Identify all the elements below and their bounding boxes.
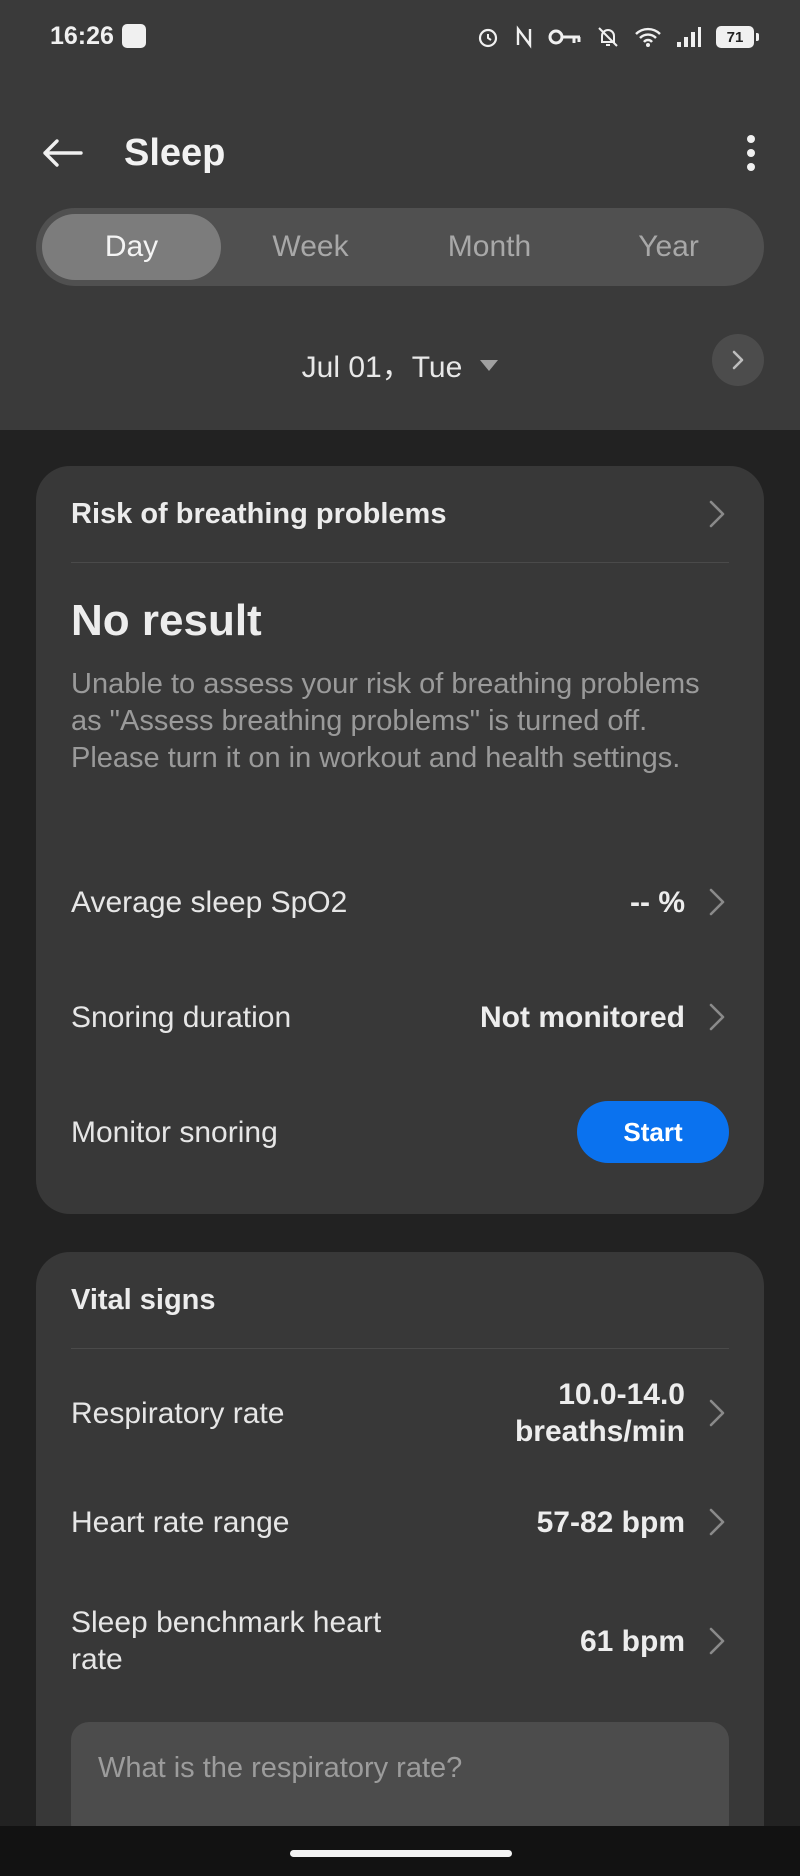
row-label: Respiratory rate	[71, 1396, 285, 1430]
spo2-row[interactable]: Average sleep SpO2 -- %	[71, 852, 729, 952]
tab-year[interactable]: Year	[579, 214, 758, 280]
chevron-right-icon	[709, 1627, 725, 1655]
status-icons: 71	[476, 22, 759, 52]
app-header: Sleep	[0, 118, 800, 188]
row-label: Average sleep SpO2	[71, 885, 348, 919]
label-line: rate	[71, 1643, 123, 1676]
alarm-icon	[478, 28, 498, 48]
tab-week[interactable]: Week	[221, 214, 400, 280]
row-label: Heart rate range	[71, 1505, 290, 1539]
value-line: 10.0-14.0	[558, 1378, 685, 1411]
result-heading: No result	[71, 596, 262, 645]
chevron-right-icon	[709, 500, 725, 528]
row-label: Sleep benchmark heart rate	[71, 1604, 381, 1678]
vital-signs-header: Vital signs	[71, 1252, 729, 1349]
next-date-button[interactable]	[712, 334, 764, 386]
breathing-risk-header[interactable]: Risk of breathing problems	[71, 466, 729, 563]
chevron-right-icon	[709, 888, 725, 916]
key-icon	[548, 29, 581, 45]
more-vertical-icon	[747, 135, 755, 171]
status-bar: 16:26 71	[0, 0, 800, 74]
chevron-right-icon	[709, 1508, 725, 1536]
nfc-icon	[516, 25, 532, 49]
faq-item[interactable]: What is the respiratory rate?	[71, 1722, 729, 1842]
row-value: -- %	[630, 885, 685, 919]
chevron-right-icon	[709, 1003, 725, 1031]
app-notification-icon	[122, 24, 146, 48]
wifi-icon	[635, 27, 661, 47]
chevron-right-icon	[732, 350, 744, 370]
period-tabs: Day Week Month Year	[36, 208, 764, 286]
monitor-snoring-row: Monitor snoring Start	[71, 1082, 729, 1182]
navigation-bar	[0, 1826, 800, 1876]
back-button[interactable]	[34, 128, 90, 178]
row-value: 61 bpm	[579, 1624, 685, 1658]
row-label: Monitor snoring	[71, 1115, 278, 1149]
row-value: 57-82 bpm	[536, 1505, 685, 1539]
respiratory-rate-row[interactable]: Respiratory rate 10.0-14.0 breaths/min	[71, 1358, 729, 1468]
row-value: 10.0-14.0 breaths/min	[515, 1376, 685, 1450]
breathing-risk-card: Risk of breathing problems No result Una…	[36, 466, 764, 1214]
tab-day[interactable]: Day	[42, 214, 221, 280]
more-options-button[interactable]	[726, 128, 776, 178]
date-label: Jul 01，Tue	[301, 351, 463, 384]
chevron-right-icon	[709, 1399, 725, 1427]
card-title: Risk of breathing problems	[71, 497, 447, 530]
page-title: Sleep	[124, 132, 226, 174]
mute-icon	[598, 27, 618, 47]
date-row: Jul 01，Tue	[0, 332, 800, 388]
vital-signs-card: Vital signs Respiratory rate 10.0-14.0 b…	[36, 1252, 764, 1876]
home-indicator[interactable]	[290, 1850, 512, 1857]
caret-down-icon	[480, 359, 499, 371]
card-title: Vital signs	[71, 1283, 216, 1316]
row-value: Not monitored	[480, 1000, 685, 1034]
value-line: breaths/min	[514, 1415, 685, 1448]
status-time: 16:26	[50, 22, 114, 50]
start-button[interactable]: Start	[577, 1101, 729, 1163]
label-line: Sleep benchmark heart	[71, 1606, 382, 1639]
row-label: Snoring duration	[71, 1000, 292, 1034]
result-description: Unable to assess your risk of breathing …	[71, 668, 700, 774]
heart-rate-range-row[interactable]: Heart rate range 57-82 bpm	[71, 1472, 729, 1572]
signal-icon	[677, 27, 701, 47]
snoring-duration-row[interactable]: Snoring duration Not monitored	[71, 967, 729, 1067]
tab-month[interactable]: Month	[400, 214, 579, 280]
faq-question: What is the respiratory rate?	[98, 1752, 463, 1784]
date-picker[interactable]: Jul 01，Tue	[0, 342, 800, 386]
benchmark-heart-rate-row[interactable]: Sleep benchmark heart rate 61 bpm	[71, 1586, 729, 1696]
arrow-left-icon	[43, 139, 83, 167]
battery-icon: 71	[716, 26, 759, 48]
